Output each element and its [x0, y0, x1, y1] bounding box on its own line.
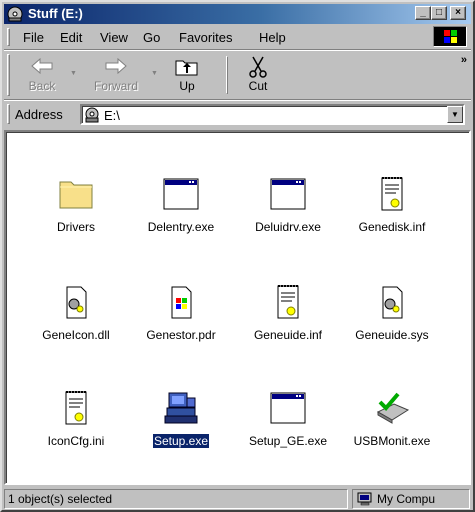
toolbar-more-chevron-icon[interactable]: »: [461, 54, 467, 66]
address-label: Address: [15, 107, 63, 122]
file-item[interactable]: USBMonit.exe: [338, 390, 446, 486]
file-name: Drivers: [57, 220, 95, 234]
minimize-button[interactable]: _: [415, 6, 431, 20]
menu-grip[interactable]: [7, 28, 10, 46]
back-dropdown-icon[interactable]: ▼: [70, 70, 77, 77]
file-item[interactable]: Geneuide.sys: [338, 284, 446, 380]
scissors-icon: [249, 56, 267, 78]
file-item[interactable]: Setup_GE.exe: [234, 390, 342, 486]
file-name: Genestor.pdr: [146, 328, 216, 342]
program-window-icon: [270, 392, 306, 424]
usb-monitor-icon: [376, 392, 410, 424]
title-bar[interactable]: Stuff (E:) _ □ ×: [4, 4, 471, 24]
separator: [4, 99, 471, 101]
file-name: Geneuide.inf: [253, 328, 323, 342]
system-file-icon: [382, 286, 403, 319]
cut-label: Cut: [248, 79, 268, 93]
address-grip[interactable]: [7, 104, 10, 124]
file-name: Setup_GE.exe: [248, 434, 328, 448]
file-name: USBMonit.exe: [353, 434, 431, 448]
forward-dropdown-icon[interactable]: ▼: [151, 70, 158, 77]
address-dropdown-button[interactable]: ▼: [447, 106, 463, 123]
file-name: Delentry.exe: [147, 220, 215, 234]
folder-icon: [59, 181, 93, 209]
status-zone: My Compu: [352, 489, 470, 509]
menu-help[interactable]: Help: [259, 30, 286, 45]
explorer-window: Stuff (E:) _ □ × File Edit View Go Favor…: [0, 0, 475, 512]
drive-icon: [85, 107, 99, 123]
file-name: Genedisk.inf: [358, 220, 426, 234]
file-item[interactable]: IconCfg.ini: [22, 390, 130, 486]
address-field[interactable]: E:\ ▼: [80, 104, 465, 125]
config-file-icon: [65, 391, 87, 425]
drive-icon: [7, 6, 23, 22]
status-selection-text: 1 object(s) selected: [4, 489, 348, 509]
file-item[interactable]: Delentry.exe: [127, 176, 235, 272]
toolbar-grip[interactable]: [7, 54, 10, 96]
menu-bar: File Edit View Go Favorites Help: [4, 26, 471, 48]
up-button[interactable]: Up: [161, 54, 213, 96]
chevron-down-icon: ▼: [451, 110, 459, 119]
close-icon: ×: [455, 7, 461, 18]
up-label: Up: [179, 79, 195, 93]
windows-logo-icon: [433, 26, 467, 47]
window-title: Stuff (E:): [28, 6, 83, 21]
windows-file-icon: [171, 286, 192, 319]
file-name-selected: Setup.exe: [151, 433, 211, 449]
toolbar-separator: [226, 56, 228, 94]
maximize-icon: □: [435, 7, 443, 18]
config-file-icon: [277, 285, 299, 319]
file-item[interactable]: GeneIcon.dll: [22, 284, 130, 380]
program-window-icon: [270, 178, 306, 210]
separator: [4, 49, 471, 51]
menu-edit[interactable]: Edit: [60, 30, 82, 45]
back-arrow-icon: [31, 57, 53, 75]
file-name: GeneIcon.dll: [42, 328, 110, 342]
file-name: Deluidrv.exe: [255, 220, 321, 234]
menu-go[interactable]: Go: [143, 30, 160, 45]
system-file-icon: [66, 286, 87, 319]
file-item[interactable]: Genedisk.inf: [338, 176, 446, 272]
toolbar: Back ▼ Forward ▼ Up Cut »: [4, 52, 471, 98]
my-computer-icon: [357, 492, 372, 506]
cut-button[interactable]: Cut: [232, 54, 284, 96]
back-button[interactable]: Back: [14, 54, 70, 96]
menu-view[interactable]: View: [100, 30, 128, 45]
file-item[interactable]: Deluidrv.exe: [234, 176, 342, 272]
file-list-view[interactable]: Drivers Delentry.exe Deluidrv.exe Genedi…: [4, 130, 471, 485]
program-window-icon: [163, 178, 199, 210]
file-item[interactable]: Geneuide.inf: [234, 284, 342, 380]
back-label: Back: [28, 79, 56, 93]
close-button[interactable]: ×: [450, 6, 466, 20]
address-bar: Address E:\ ▼: [4, 102, 471, 126]
minimize-icon: _: [420, 7, 426, 18]
forward-button[interactable]: Forward: [83, 54, 149, 96]
status-zone-label: My Compu: [377, 492, 436, 506]
status-bar: 1 object(s) selected My Compu: [4, 488, 471, 510]
file-item[interactable]: Setup.exe: [127, 390, 235, 486]
file-item[interactable]: Drivers: [22, 176, 130, 272]
menu-file[interactable]: File: [23, 30, 44, 45]
file-name: IconCfg.ini: [47, 434, 105, 448]
file-name: Geneuide.sys: [355, 328, 429, 342]
address-value[interactable]: E:\: [104, 108, 120, 123]
file-item[interactable]: Genestor.pdr: [127, 284, 235, 380]
folder-up-icon: [175, 60, 198, 76]
setup-computer-icon: [164, 392, 198, 424]
config-file-icon: [381, 177, 403, 211]
maximize-button[interactable]: □: [431, 6, 447, 20]
menu-favorites[interactable]: Favorites: [179, 30, 232, 45]
forward-label: Forward: [93, 79, 138, 93]
forward-arrow-icon: [105, 57, 127, 75]
